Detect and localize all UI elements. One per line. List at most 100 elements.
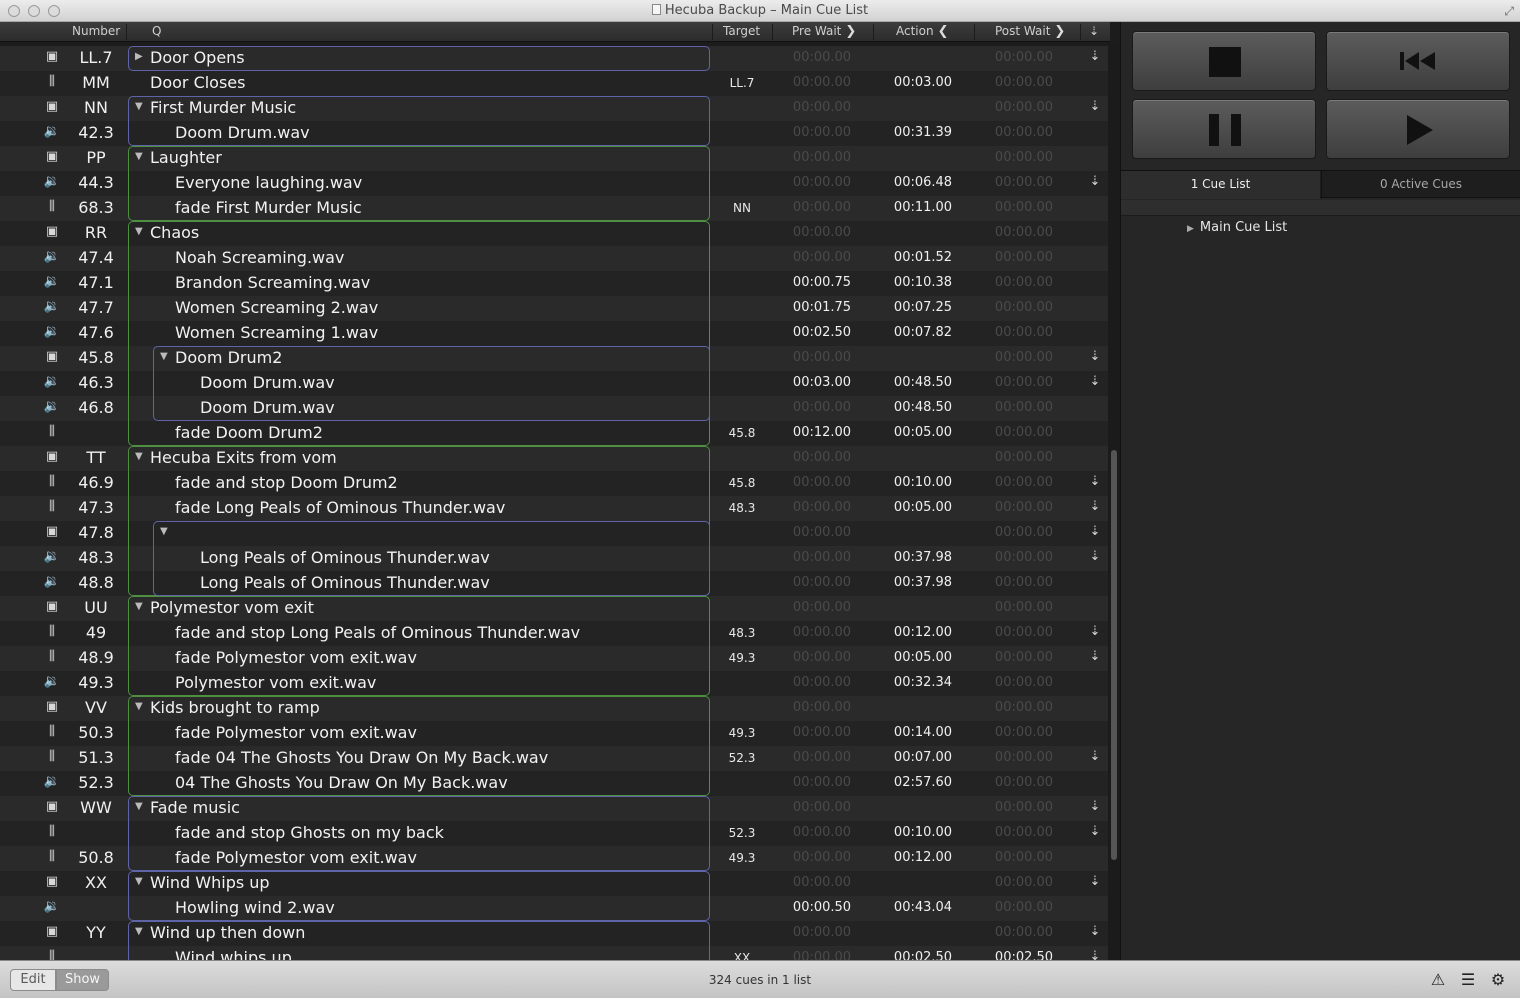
cue-row[interactable]: 🔉 46.8 Doom Drum.wav 00:00.00 00:48.50 00:00.… <box>0 396 1108 421</box>
cue-row[interactable]: ▣ XX ▼ Wind Whips up 00:00.00 00:00.00 ⇣ <box>0 871 1108 896</box>
cue-number[interactable]: RR <box>66 223 126 242</box>
cue-name[interactable]: Long Peals of Ominous Thunder.wav <box>200 548 490 567</box>
disclosure-open-icon[interactable]: ▼ <box>135 926 143 937</box>
cue-name[interactable]: Noah Screaming.wav <box>175 248 344 267</box>
cue-action-duration[interactable]: 00:31.39 <box>873 125 973 140</box>
cue-target[interactable]: 45.8 <box>713 426 771 440</box>
disclosure-open-icon[interactable]: ▼ <box>160 526 168 537</box>
cue-pre-wait[interactable]: 00:00.00 <box>772 750 872 765</box>
cue-target[interactable]: 49.3 <box>713 851 771 865</box>
disclosure-open-icon[interactable]: ▼ <box>135 601 143 612</box>
cue-number[interactable]: 48.3 <box>66 548 126 567</box>
cue-pre-wait[interactable]: 00:00.00 <box>772 775 872 790</box>
cue-row[interactable]: 🔉 49.3 Polymestor vom exit.wav 00:00.00 00:3… <box>0 671 1108 696</box>
cue-post-wait[interactable]: 00:00.00 <box>974 450 1074 465</box>
cue-number[interactable]: 49 <box>66 623 126 642</box>
cue-name[interactable]: Doom Drum.wav <box>200 373 335 392</box>
cue-post-wait[interactable]: 00:00.00 <box>974 225 1074 240</box>
cue-name[interactable]: Doom Drum2 <box>175 348 282 367</box>
cue-action-duration[interactable]: 00:37.98 <box>873 550 973 565</box>
cue-action-duration[interactable]: 00:07.25 <box>873 300 973 315</box>
cue-pre-wait[interactable]: 00:00.00 <box>772 525 872 540</box>
cue-name[interactable]: Wind whips up <box>175 948 292 960</box>
cue-action-duration[interactable]: 00:37.98 <box>873 575 973 590</box>
column-pre-wait[interactable]: Pre Wait ❯ <box>792 24 856 39</box>
cue-list-item-main[interactable]: ▶ Main Cue List <box>1187 220 1287 235</box>
continue-column-icon[interactable]: ⇣ <box>1089 24 1099 38</box>
cue-post-wait[interactable]: 00:00.00 <box>974 675 1074 690</box>
cue-pre-wait[interactable]: 00:00.00 <box>772 625 872 640</box>
cue-number[interactable]: 47.7 <box>66 298 126 317</box>
cue-pre-wait[interactable]: 00:00.00 <box>772 950 872 960</box>
cue-number[interactable]: 47.1 <box>66 273 126 292</box>
cue-pre-wait[interactable]: 00:03.00 <box>772 375 872 390</box>
cue-pre-wait[interactable]: 00:00.00 <box>772 75 872 90</box>
cue-name[interactable]: Door Closes <box>150 73 245 92</box>
cue-list[interactable]: ▣ LL.7 ▶ Door Opens 00:00.00 00:00.00 ⇣ ⫼ MM Door… <box>0 46 1108 960</box>
cue-number[interactable]: 48.9 <box>66 648 126 667</box>
cue-post-wait[interactable]: 00:00.00 <box>974 425 1074 440</box>
cue-row[interactable]: ▣ 47.8 ▼ 00:00.00 00:00.00 ⇣ <box>0 521 1108 546</box>
cue-post-wait[interactable]: 00:00.00 <box>974 550 1074 565</box>
cue-name[interactable]: fade Long Peals of Ominous Thunder.wav <box>175 498 505 517</box>
cue-number[interactable]: UU <box>66 598 126 617</box>
cue-name[interactable]: fade and stop Doom Drum2 <box>175 473 398 492</box>
disclosure-triangle-icon[interactable]: ▶ <box>1187 224 1194 234</box>
cue-number[interactable]: 42.3 <box>66 123 126 142</box>
cue-post-wait[interactable]: 00:00.00 <box>974 850 1074 865</box>
cue-post-wait[interactable]: 00:00.00 <box>974 725 1074 740</box>
cue-pre-wait[interactable]: 00:00.00 <box>772 125 872 140</box>
cue-pre-wait[interactable]: 00:00.00 <box>772 825 872 840</box>
cue-number[interactable]: MM <box>66 73 126 92</box>
disclosure-open-icon[interactable]: ▼ <box>135 801 143 812</box>
go-button[interactable] <box>1326 99 1510 159</box>
cue-pre-wait[interactable]: 00:00.00 <box>772 200 872 215</box>
cue-post-wait[interactable]: 00:00.00 <box>974 600 1074 615</box>
cue-number[interactable]: 49.3 <box>66 673 126 692</box>
cue-action-duration[interactable]: 00:02.50 <box>873 950 973 960</box>
cue-pre-wait[interactable]: 00:00.00 <box>772 550 872 565</box>
cue-post-wait[interactable]: 00:00.00 <box>974 175 1074 190</box>
cue-number[interactable]: VV <box>66 698 126 717</box>
cue-action-duration[interactable]: 00:11.00 <box>873 200 973 215</box>
cue-pre-wait[interactable]: 00:00.50 <box>772 900 872 915</box>
cue-target[interactable]: 52.3 <box>713 751 771 765</box>
cue-row[interactable]: 🔉 47.7 Women Screaming 2.wav 00:01.75 00:07.… <box>0 296 1108 321</box>
cue-post-wait[interactable]: 00:02.50 <box>974 950 1074 960</box>
cue-post-wait[interactable]: 00:00.00 <box>974 750 1074 765</box>
cue-name[interactable]: Kids brought to ramp <box>150 698 320 717</box>
auto-continue-icon[interactable]: ⇣ <box>1086 799 1104 814</box>
cue-target[interactable]: XX <box>713 951 771 960</box>
cue-target[interactable]: 52.3 <box>713 826 771 840</box>
cue-name[interactable]: fade Doom Drum2 <box>175 423 323 442</box>
cue-number[interactable]: 47.4 <box>66 248 126 267</box>
cue-pre-wait[interactable]: 00:00.00 <box>772 650 872 665</box>
cue-row[interactable]: ▣ TT ▼ Hecuba Exits from vom 00:00.00 00:00.0… <box>0 446 1108 471</box>
cue-post-wait[interactable]: 00:00.00 <box>974 700 1074 715</box>
cue-row[interactable]: ⫼ fade Doom Drum2 45.8 00:12.00 00:05.00 00:0… <box>0 421 1108 446</box>
cue-row[interactable]: ⫼ MM Door Closes LL.7 00:00.00 00:03.00 00:00.… <box>0 71 1108 96</box>
cue-action-duration[interactable]: 00:05.00 <box>873 500 973 515</box>
auto-continue-icon[interactable]: ⇣ <box>1086 174 1104 189</box>
cue-action-duration[interactable]: 00:07.82 <box>873 325 973 340</box>
cue-action-duration[interactable]: 00:32.34 <box>873 675 973 690</box>
cue-name[interactable]: Wind up then down <box>150 923 305 942</box>
cue-post-wait[interactable]: 00:00.00 <box>974 275 1074 290</box>
cue-number[interactable]: 46.8 <box>66 398 126 417</box>
cue-post-wait[interactable]: 00:00.00 <box>974 825 1074 840</box>
cue-post-wait[interactable]: 00:00.00 <box>974 625 1074 640</box>
cue-post-wait[interactable]: 00:00.00 <box>974 800 1074 815</box>
cue-number[interactable]: 46.9 <box>66 473 126 492</box>
tab-cue-lists[interactable]: 1 Cue List <box>1121 171 1320 199</box>
cue-name[interactable]: fade Polymestor vom exit.wav <box>175 723 417 742</box>
cue-name[interactable]: Brandon Screaming.wav <box>175 273 370 292</box>
cue-post-wait[interactable]: 00:00.00 <box>974 925 1074 940</box>
cue-action-duration[interactable]: 00:12.00 <box>873 850 973 865</box>
cue-name[interactable]: Laughter <box>150 148 222 167</box>
disclosure-open-icon[interactable]: ▼ <box>135 451 143 462</box>
cue-pre-wait[interactable]: 00:01.75 <box>772 300 872 315</box>
cue-number[interactable]: 50.8 <box>66 848 126 867</box>
column-q[interactable]: Q <box>152 24 161 38</box>
cue-pre-wait[interactable]: 00:00.00 <box>772 925 872 940</box>
cue-pre-wait[interactable]: 00:00.00 <box>772 50 872 65</box>
